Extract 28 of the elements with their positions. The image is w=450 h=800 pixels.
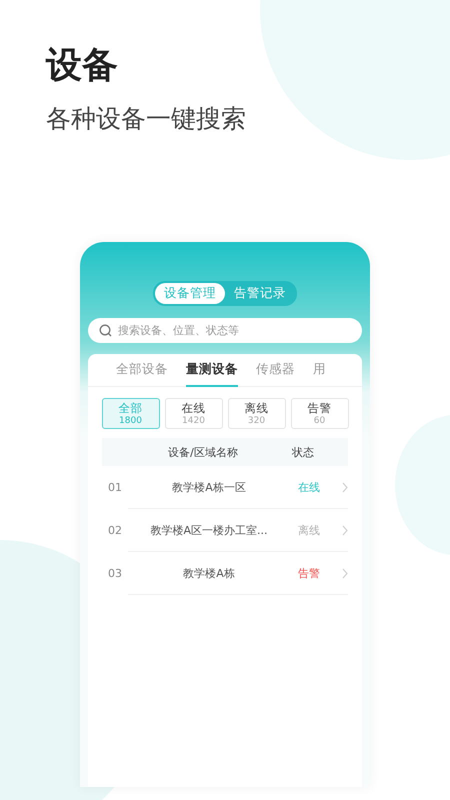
page-subtitle: 各种设备一键搜索 <box>46 103 247 135</box>
segment-tab[interactable]: 设备管理 <box>155 283 225 304</box>
chevron-right-icon[interactable] <box>342 524 348 536</box>
category-tab[interactable]: 用 <box>313 354 326 386</box>
filter-chip[interactable]: 在线 1420 <box>164 398 222 429</box>
row-number: 01 <box>107 480 123 494</box>
search-icon <box>99 324 112 337</box>
page-title: 设备 <box>46 44 119 88</box>
row-number: 02 <box>107 524 123 536</box>
row-number: 03 <box>107 566 123 580</box>
device-name: 教学楼A区一楼办工室... <box>149 522 268 538</box>
device-name: 教学楼A栋 <box>182 566 236 580</box>
segment-tab[interactable]: 告警记录 <box>225 283 295 304</box>
filter-chip[interactable]: 告警 60 <box>290 398 348 429</box>
chevron-right-icon[interactable] <box>342 568 348 578</box>
chevron-right-icon[interactable] <box>342 482 348 492</box>
search-field[interactable]: 搜索设备、位置、状态等 <box>88 318 362 343</box>
category-tab[interactable]: 传感器 <box>256 354 295 386</box>
category-tab[interactable]: 量测设备 <box>186 354 238 386</box>
column-header: 设备/区域名称 <box>167 444 239 460</box>
status-text: 告警 <box>297 566 321 580</box>
filter-chip[interactable]: 离线 320 <box>228 398 286 429</box>
device-name: 教学楼A栋一区 <box>171 480 247 494</box>
status-text: 在线 <box>297 480 321 494</box>
column-header: 状态 <box>291 444 315 460</box>
status-text: 离线 <box>297 522 321 538</box>
category-tab[interactable]: 全部设备 <box>116 354 168 386</box>
filter-chip[interactable]: 全部 1800 <box>102 398 160 429</box>
